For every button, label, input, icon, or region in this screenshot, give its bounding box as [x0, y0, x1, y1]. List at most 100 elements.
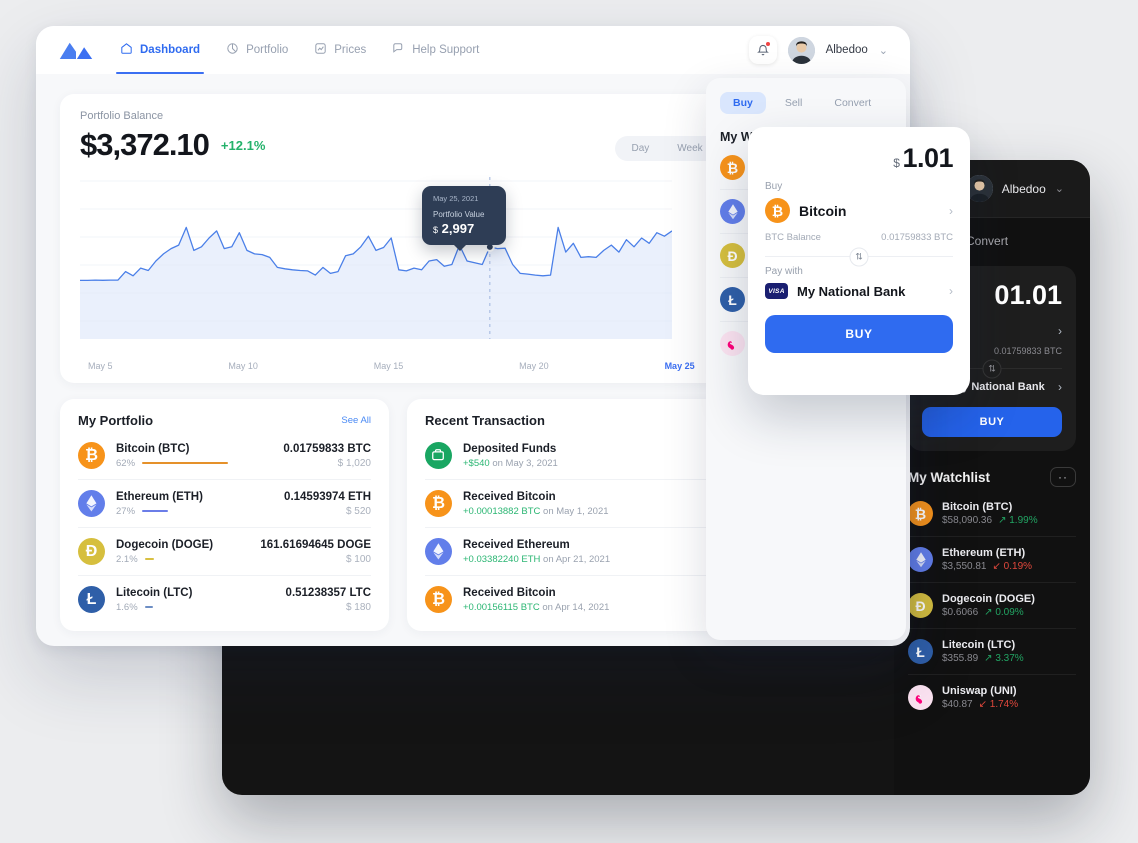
portfolio-row[interactable]: Ł Litecoin (LTC) 1.6% 0.51238357 LTC $ 180 [78, 576, 371, 623]
watchlist-coin-name: Ethereum (ETH) [942, 547, 1026, 559]
eth-icon [425, 538, 452, 565]
dark-watchlist-row[interactable]: Ð Dogecoin (DOGE) $0.6066 ↗ 0.09% [908, 583, 1076, 629]
nav-item-dashboard[interactable]: Dashboard [115, 26, 205, 74]
coin-name: Litecoin (LTC) [116, 586, 193, 599]
dark-watchlist-row[interactable]: Uniswap (UNI) $40.87 ↙ 1.74% [908, 675, 1076, 720]
portfolio-see-all-link[interactable]: See All [341, 415, 371, 426]
home-icon [120, 42, 133, 58]
trade-tabs[interactable]: Buy Sell Convert [720, 92, 892, 114]
eth-icon [78, 490, 105, 517]
dark-watchlist-row[interactable]: Ł Litecoin (LTC) $355.89 ↗ 3.37% [908, 629, 1076, 675]
trade-tab-buy[interactable]: Buy [720, 92, 766, 114]
chevron-down-icon[interactable]: ⌄ [1055, 182, 1064, 195]
eth-icon [720, 199, 745, 224]
trending-chart-icon [314, 42, 327, 58]
transaction-date: on Apr 14, 2021 [542, 601, 610, 613]
chevron-right-icon[interactable]: › [949, 284, 953, 298]
portfolio-row[interactable]: Ethereum (ETH) 27% 0.14593974 ETH $ 520 [78, 480, 371, 528]
transaction-unit: BTC [520, 601, 540, 613]
swap-icon[interactable]: ⇅ [849, 247, 869, 266]
nav-item-portfolio[interactable]: Portfolio [226, 26, 288, 74]
watchlist-price: $58,090.36 [942, 515, 993, 526]
watchlist-change: ↗ 1.99% [998, 515, 1038, 526]
nav-item-help-support[interactable]: Help Support [392, 26, 479, 74]
x-tick: May 5 [88, 361, 113, 371]
nav-item-prices[interactable]: Prices [314, 26, 366, 74]
balance-change: +12.1% [220, 137, 266, 153]
coin-percent: 2.1% [116, 553, 138, 565]
notifications-button[interactable] [748, 36, 777, 64]
watchlist-coin-name: Uniswap (UNI) [942, 685, 1017, 697]
chevron-down-icon[interactable]: ⌄ [879, 44, 888, 57]
btc-icon: ₿ [425, 586, 452, 613]
coin-name: Ethereum (ETH) [116, 490, 203, 503]
chevron-right-icon[interactable]: › [1058, 324, 1062, 338]
btc-icon: ₿ [425, 490, 452, 517]
x-tick: May 20 [519, 361, 549, 371]
range-day[interactable]: Day [618, 139, 662, 158]
doge-icon: Ð [908, 593, 933, 618]
buy-section-label: Buy [765, 181, 783, 192]
buy-coin-name: Bitcoin [799, 202, 847, 219]
watchlist-coin-name: Dogecoin (DOGE) [942, 593, 1035, 605]
dark-tab-convert[interactable]: Convert [966, 234, 1008, 248]
my-portfolio-card: My Portfolio See All ₿ Bitcoin (BTC) 62% 0.… [60, 399, 389, 631]
x-tick: May 10 [228, 361, 258, 371]
coin-percent: 27% [116, 505, 136, 517]
buy-coin-selector[interactable]: ₿ Bitcoin › [765, 198, 953, 223]
dark-watchlist-row[interactable]: Ethereum (ETH) $3,550.81 ↙ 0.19% [908, 537, 1076, 583]
nav-item-label: Portfolio [246, 44, 289, 56]
watchlist-price: $3,550.81 [942, 561, 987, 572]
buy-button[interactable]: BUY [765, 315, 953, 353]
coin-name: Dogecoin (DOGE) [116, 538, 214, 551]
watchlist-price: $0.6066 [942, 607, 979, 618]
arrow-down-icon: ↙ [992, 561, 1001, 572]
watchlist-menu-button[interactable]: ·· [1050, 467, 1076, 487]
trade-tab-sell[interactable]: Sell [772, 92, 816, 114]
swap-icon[interactable]: ⇅ [982, 359, 1002, 378]
transaction-date: on Apr 21, 2021 [543, 553, 611, 565]
tooltip-label: Portfolio Value [433, 210, 485, 219]
payment-method-selector[interactable]: VISA My National Bank › [765, 283, 953, 299]
notification-dot [765, 42, 770, 46]
coin-usd-value: $ 1,020 [337, 457, 371, 469]
coin-usd-value: $ 100 [345, 553, 371, 565]
deposit-icon [425, 442, 452, 469]
top-navigation-bar: Dashboard Portfolio Prices Help Support Alb… [36, 26, 910, 74]
btc-icon: ₿ [908, 501, 933, 526]
chevron-right-icon[interactable]: › [949, 204, 953, 218]
portfolio-row[interactable]: Ð Dogecoin (DOGE) 2.1% 161.61694645 DOGE $ 1… [78, 528, 371, 576]
dark-buy-button[interactable]: BUY [922, 407, 1062, 437]
coin-amount: 0.01759833 BTC [283, 442, 371, 455]
transaction-delta: +0.00156115 [463, 601, 519, 613]
buy-card: $1.01 Buy ₿ Bitcoin › BTC Balance 0.0175… [748, 127, 970, 395]
visa-icon: VISA [765, 283, 788, 299]
transaction-unit: ETH [521, 553, 541, 565]
transaction-delta: +$540 [463, 457, 490, 469]
transaction-date: on May 3, 2021 [492, 457, 558, 469]
chevron-right-icon[interactable]: › [1058, 380, 1062, 394]
watchlist-change: ↙ 1.74% [978, 699, 1019, 710]
buy-amount: 1.01 [902, 143, 953, 173]
btc-icon: ₿ [765, 198, 790, 223]
portfolio-row[interactable]: ₿ Bitcoin (BTC) 62% 0.01759833 BTC $ 1,020 [78, 432, 371, 480]
tooltip-date: May 25, 2021 [433, 194, 479, 203]
logo-icon[interactable] [58, 39, 94, 61]
transaction-delta: +0.03382240 [463, 553, 519, 565]
doge-icon: Ð [720, 243, 745, 268]
dark-user-menu[interactable]: Albedoo ⌄ [965, 175, 1064, 202]
btc-balance-label: BTC Balance [765, 232, 821, 243]
btc-icon: ₿ [78, 442, 105, 469]
buy-currency: $ [893, 156, 900, 170]
allocation-bar [144, 557, 154, 561]
portfolio-title: My Portfolio [78, 413, 154, 428]
transaction-delta: +0.00013882 [463, 505, 519, 517]
trade-tab-convert[interactable]: Convert [821, 92, 884, 114]
eth-icon [908, 547, 933, 572]
tooltip-currency: $ [433, 225, 439, 235]
transactions-title: Recent Transaction [425, 413, 545, 428]
ltc-icon: Ł [908, 639, 933, 664]
coin-percent: 62% [116, 457, 136, 469]
dark-watchlist-row[interactable]: ₿ Bitcoin (BTC) $58,090.36 ↗ 1.99% [908, 491, 1076, 537]
avatar[interactable] [787, 36, 815, 64]
